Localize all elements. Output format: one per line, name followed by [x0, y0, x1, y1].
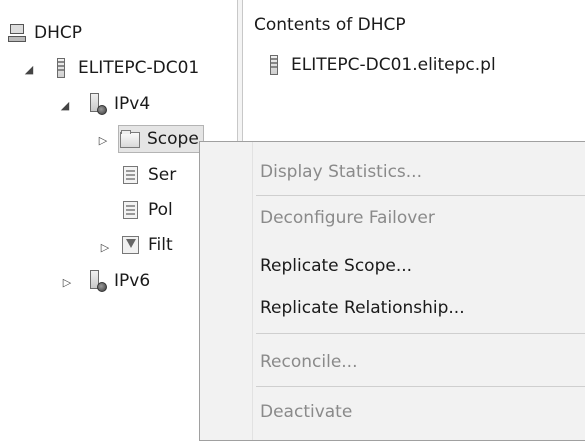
menu-item-reconcile[interactable]: Reconcile... — [200, 344, 585, 380]
expander-expand-icon[interactable]: ▷ — [98, 240, 112, 254]
server-options-icon — [120, 164, 142, 186]
menu-item-replicate-relationship[interactable]: Replicate Relationship... — [200, 290, 585, 326]
tree-node-label: IPv6 — [114, 271, 151, 291]
ipv4-icon — [86, 93, 108, 115]
tree-node-ipv4[interactable]: IPv4 — [86, 90, 150, 118]
tree-node-label: Filt — [148, 235, 173, 255]
tree-node-server[interactable]: ELITEPC-DC01 — [50, 54, 199, 82]
tree-node-policies[interactable]: Pol — [120, 196, 173, 224]
menu-item-replicate-scope[interactable]: Replicate Scope... — [200, 248, 585, 284]
dhcp-icon — [6, 22, 28, 44]
tree-node-label: Scope — [147, 129, 199, 149]
expander-collapse-icon[interactable]: ◢ — [58, 98, 72, 112]
expander-expand-icon[interactable]: ▷ — [96, 133, 110, 147]
tree-node-filters[interactable]: Filt — [120, 231, 173, 259]
menu-item-deactivate[interactable]: Deactivate — [200, 394, 585, 430]
tree-node-scope[interactable]: Scope — [118, 125, 204, 153]
policies-icon — [120, 199, 142, 221]
menu-item-display-statistics[interactable]: Display Statistics... — [200, 154, 585, 190]
server-icon — [50, 57, 72, 79]
expander-expand-icon[interactable]: ▷ — [60, 275, 74, 289]
expander-collapse-icon[interactable]: ◢ — [22, 62, 36, 76]
tree-node-server-options[interactable]: Ser — [120, 161, 176, 189]
tree-node-label: IPv4 — [114, 94, 151, 114]
ipv6-icon — [86, 270, 108, 292]
tree-node-label: DHCP — [34, 23, 82, 43]
context-menu: Display Statistics... Deconfigure Failov… — [199, 141, 585, 441]
menu-separator — [256, 386, 585, 387]
content-header: Contents of DHCP — [254, 15, 406, 35]
filter-icon — [120, 234, 142, 256]
menu-separator — [256, 333, 585, 334]
folder-icon — [119, 128, 141, 150]
tree-node-label: Pol — [148, 200, 173, 220]
content-item-label: ELITEPC-DC01.elitepc.pl — [291, 55, 496, 75]
tree-node-label: Ser — [148, 165, 177, 185]
tree-node-label: ELITEPC-DC01 — [78, 58, 200, 78]
menu-item-deconfigure-failover[interactable]: Deconfigure Failover — [200, 200, 585, 236]
server-icon — [263, 54, 285, 76]
tree-node-ipv6[interactable]: IPv6 — [86, 267, 150, 295]
content-item-server[interactable]: ELITEPC-DC01.elitepc.pl — [263, 54, 496, 76]
tree-node-dhcp[interactable]: DHCP — [6, 19, 82, 47]
menu-separator — [256, 195, 585, 196]
